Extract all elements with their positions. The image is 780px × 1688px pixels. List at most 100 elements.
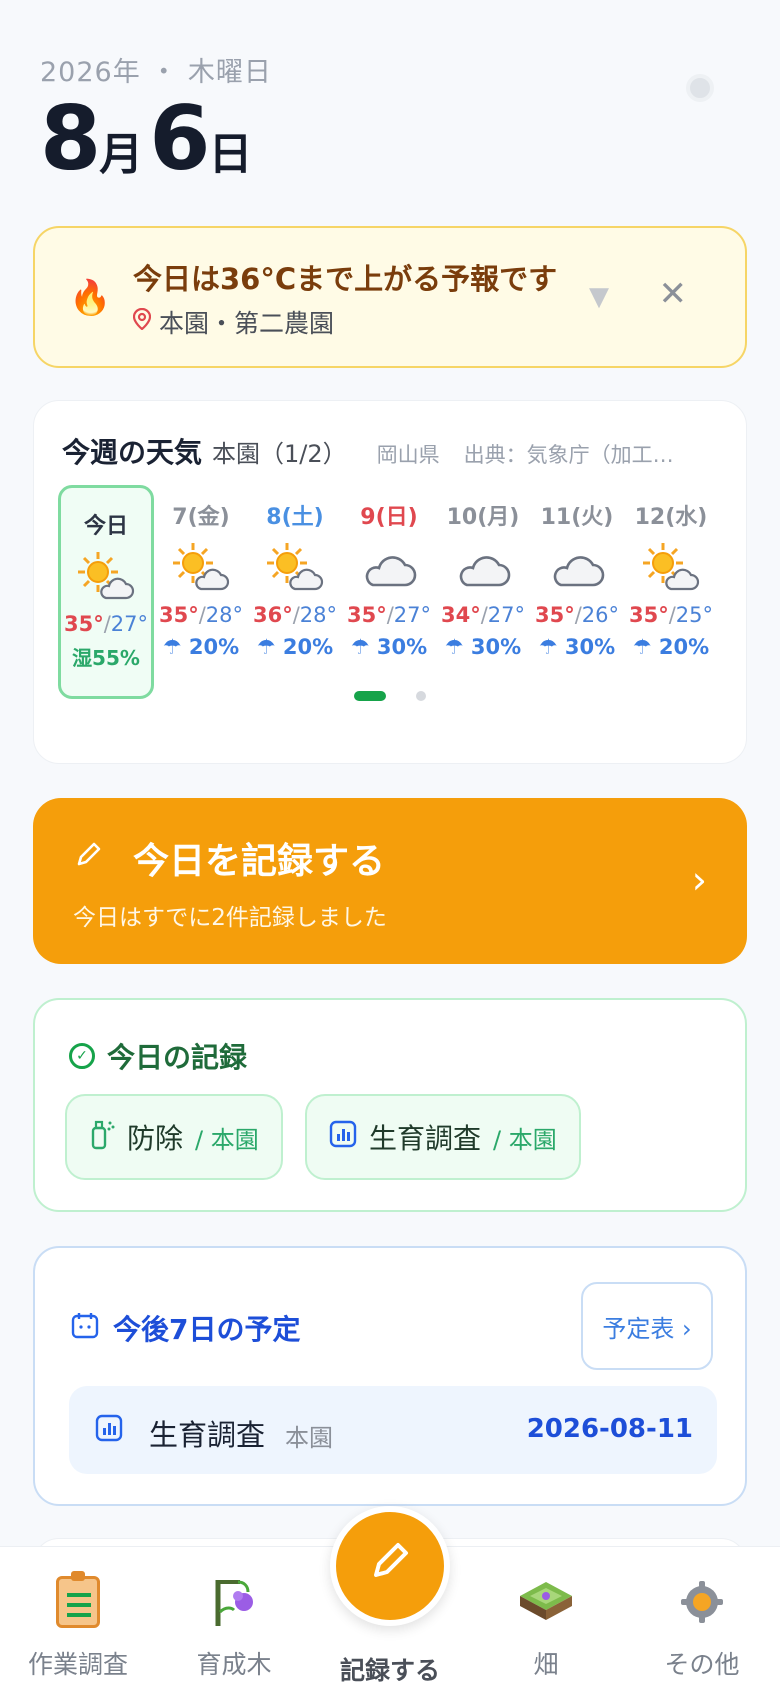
- sun-cloud-icon: [265, 541, 325, 597]
- temp-high: 35°: [63, 612, 104, 636]
- close-icon[interactable]: ✕: [659, 274, 688, 314]
- schedule-header: 今後7日の予定: [71, 1308, 300, 1348]
- weekly-weather-card[interactable]: 今週の天気 本園（1/2） 岡山県 出典：気象庁（加工し… 今日 35°/27° 湿…: [33, 400, 747, 764]
- weather-day-name: 今日: [83, 514, 128, 539]
- humidity: 湿55%: [72, 646, 140, 670]
- record-chip-spray[interactable]: 防除 / 本園: [65, 1094, 283, 1180]
- temp-low: 27°: [110, 612, 149, 636]
- pencil-icon: [73, 838, 105, 878]
- temp-separator: /: [480, 603, 488, 627]
- rain-chance: ☂ 20%: [162, 635, 240, 659]
- record-chip-place: / 本園: [195, 1125, 259, 1154]
- rain-chance: ☂ 30%: [350, 635, 428, 659]
- location-pin-icon: [132, 307, 152, 336]
- heat-alert-banner[interactable]: 🔥 今日は36°Cまで上がる予報です 本園・第二農園 ▼ ✕: [33, 226, 747, 368]
- spray-icon: [89, 1118, 115, 1156]
- temp-high: 36°: [252, 603, 293, 627]
- weather-day[interactable]: 10(月) 34°/27° ☂ 30%: [436, 485, 530, 699]
- weather-day-today[interactable]: 今日 35°/27° 湿55%: [58, 485, 154, 699]
- temp-separator: /: [103, 612, 111, 636]
- tab-work-survey[interactable]: 作業調査: [0, 1571, 156, 1681]
- cloud-icon: [453, 541, 513, 597]
- temp-separator: /: [292, 603, 300, 627]
- year-weekday: 2026年 ・ 木曜日: [40, 57, 272, 88]
- month-number: 8: [40, 87, 101, 190]
- schedule-item-name: 生育調査: [149, 1418, 266, 1452]
- tab-label: その他: [664, 1650, 740, 1679]
- tab-label: 記録する: [339, 1656, 440, 1685]
- field-icon: [468, 1571, 624, 1633]
- record-today-button[interactable]: 今日を記録する 今日はすでに2件記録しました ›: [33, 798, 747, 964]
- weather-days: 今日 35°/27° 湿55% 7(金) 35°/28° ☂ 20% 8(土) 36°/28°…: [58, 485, 718, 699]
- today-records-card: ✓ 今日の記録 防除 / 本園 生育調査 / 本園: [33, 998, 747, 1212]
- day-number: 6: [149, 87, 210, 190]
- weather-day[interactable]: 9(日) 35°/27° ☂ 30%: [342, 485, 436, 699]
- tab-label: 畑: [533, 1650, 559, 1679]
- rain-chance: ☂ 20%: [256, 635, 334, 659]
- weather-farm[interactable]: 本園（1/2）: [212, 434, 347, 469]
- temp-separator: /: [386, 603, 394, 627]
- weather-day-name: 8(土): [266, 505, 324, 530]
- tab-other[interactable]: その他: [624, 1571, 780, 1681]
- tab-trees[interactable]: 育成木: [156, 1571, 312, 1681]
- schedule-title: 今後7日の予定: [113, 1313, 301, 1346]
- temp-high: 35°: [346, 603, 387, 627]
- chart-icon: [329, 1120, 357, 1154]
- day-unit: 日: [208, 129, 253, 180]
- record-chip-name: 生育調査: [369, 1122, 482, 1155]
- today-records-header: ✓ 今日の記録: [69, 1036, 247, 1076]
- sun-cloud-icon: [641, 541, 701, 597]
- schedule-item[interactable]: 生育調査 本園 2026-08-11: [69, 1386, 717, 1474]
- alert-location: 本園・第二農園: [132, 304, 335, 340]
- temp-low: 27°: [487, 603, 526, 627]
- schedule-table-button[interactable]: 予定表 ›: [581, 1282, 713, 1370]
- fire-icon: 🔥: [69, 278, 112, 318]
- weather-day-name: 10(月): [446, 505, 520, 530]
- schedule-item-place: 本園: [285, 1424, 333, 1452]
- cloud-icon: [359, 541, 419, 597]
- temp-low: 27°: [393, 603, 432, 627]
- weather-temps: 35°/27°: [61, 612, 151, 636]
- collapse-icon[interactable]: ▼: [589, 282, 609, 312]
- chart-icon: [95, 1414, 123, 1448]
- temp-high: 35°: [158, 603, 199, 627]
- tab-fields[interactable]: 畑: [468, 1571, 624, 1681]
- weather-day[interactable]: 8(土) 36°/28° ☂ 20%: [248, 485, 342, 699]
- weather-temps: 35°/28°: [154, 603, 248, 627]
- temp-high: 34°: [440, 603, 481, 627]
- weather-day-name: 9(日): [360, 505, 418, 530]
- pager-dot-active[interactable]: [354, 691, 386, 701]
- sun-cloud-icon: [171, 541, 231, 597]
- temp-low: 28°: [299, 603, 338, 627]
- pager-dot[interactable]: [416, 691, 426, 701]
- weather-day[interactable]: 12(水) 35°/25° ☂ 20%: [624, 485, 718, 699]
- gear-icon: [624, 1571, 780, 1633]
- date-header: 2026年 ・ 木曜日 8月6日: [40, 50, 272, 183]
- month-unit: 月: [99, 129, 144, 180]
- record-chip-name: 防除: [127, 1122, 184, 1155]
- tab-label: 作業調査: [27, 1650, 128, 1679]
- weather-day-name: 11(火): [540, 505, 614, 530]
- sun-cloud-icon: [76, 550, 136, 606]
- upcoming-schedule-card: 今後7日の予定 予定表 › 生育調査 本園 2026-08-11: [33, 1246, 747, 1506]
- weather-day[interactable]: 11(火) 35°/26° ☂ 30%: [530, 485, 624, 699]
- sync-status-icon[interactable]: [686, 74, 714, 102]
- temp-high: 35°: [534, 603, 575, 627]
- alert-title: 今日は36°Cまで上がる予報です: [133, 262, 558, 296]
- tab-label: 育成木: [196, 1650, 272, 1679]
- record-chip-growth[interactable]: 生育調査 / 本園: [305, 1094, 581, 1180]
- temp-separator: /: [198, 603, 206, 627]
- record-fab-button[interactable]: [330, 1506, 450, 1626]
- check-circle-icon: ✓: [69, 1043, 95, 1069]
- temp-low: 25°: [675, 603, 714, 627]
- record-chip-place: / 本園: [493, 1125, 557, 1154]
- alert-location-text: 本園・第二農園: [159, 309, 335, 338]
- rain-chance: ☂ 20%: [632, 635, 710, 659]
- temp-separator: /: [668, 603, 676, 627]
- rain-chance: ☂ 30%: [538, 635, 616, 659]
- weather-day[interactable]: 7(金) 35°/28° ☂ 20%: [154, 485, 248, 699]
- weather-temps: 35°/27°: [342, 603, 436, 627]
- weather-pager[interactable]: [34, 691, 746, 701]
- weather-source: 出典：気象庁（加工し…: [463, 443, 694, 467]
- weather-region: 岡山県: [376, 443, 440, 467]
